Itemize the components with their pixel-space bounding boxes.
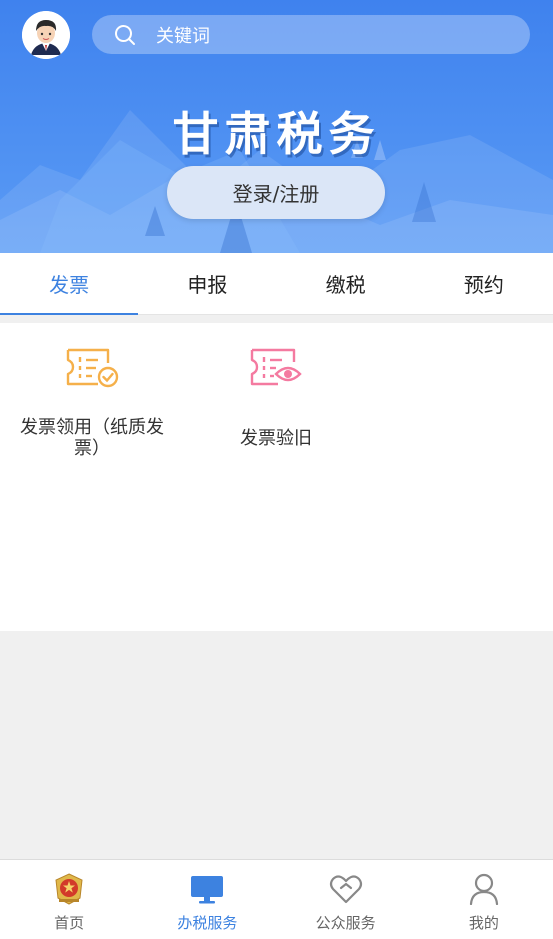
invoice-check-icon <box>64 348 120 388</box>
invoice-view-icon <box>248 348 304 388</box>
monitor-icon <box>190 872 224 906</box>
invoice-collect-label: 发票领用（纸质发票） <box>20 417 164 459</box>
app-title: 甘肃税务 <box>172 107 381 161</box>
search-placeholder[interactable]: 关键词 <box>156 22 210 48</box>
nav-home-label: 首页 <box>54 914 85 932</box>
header-banner: 关键词 甘肃税务 登录/注册 <box>0 0 553 253</box>
nav-mine[interactable]: 我的 <box>415 860 553 939</box>
emblem-icon <box>52 872 86 906</box>
user-avatar-icon[interactable] <box>22 11 70 59</box>
tab-invoice[interactable]: 发票 <box>0 253 139 315</box>
invoice-verify-item[interactable]: 发票验旧 <box>184 323 368 473</box>
nav-mine-label: 我的 <box>468 914 499 932</box>
service-tabs: 发票 申报 缴税 预约 <box>0 253 553 315</box>
tab-pay-tax[interactable]: 缴税 <box>277 253 415 314</box>
invoice-verify-label: 发票验旧 <box>240 428 312 449</box>
invoice-collect-item[interactable]: 发票领用（纸质发票） <box>0 323 184 473</box>
search-bar[interactable]: 关键词 <box>92 15 530 54</box>
nav-tax-service-label: 办税服务 <box>177 914 238 932</box>
tab-declare[interactable]: 申报 <box>138 253 276 314</box>
login-register-button[interactable]: 登录/注册 <box>167 166 385 219</box>
nav-home[interactable]: 首页 <box>0 860 138 939</box>
nav-public-service[interactable]: 公众服务 <box>277 860 415 939</box>
nav-public-service-label: 公众服务 <box>315 914 376 932</box>
heart-icon <box>329 872 363 906</box>
nav-tax-service[interactable]: 办税服务 <box>138 860 276 939</box>
person-icon <box>467 872 501 906</box>
tab-appointment[interactable]: 预约 <box>415 253 553 314</box>
search-icon <box>114 24 136 46</box>
bottom-navigation: 首页 办税服务 公众服务 我的 <box>0 859 553 939</box>
service-grid: 发票领用（纸质发票） 发票验旧 <box>0 323 553 631</box>
